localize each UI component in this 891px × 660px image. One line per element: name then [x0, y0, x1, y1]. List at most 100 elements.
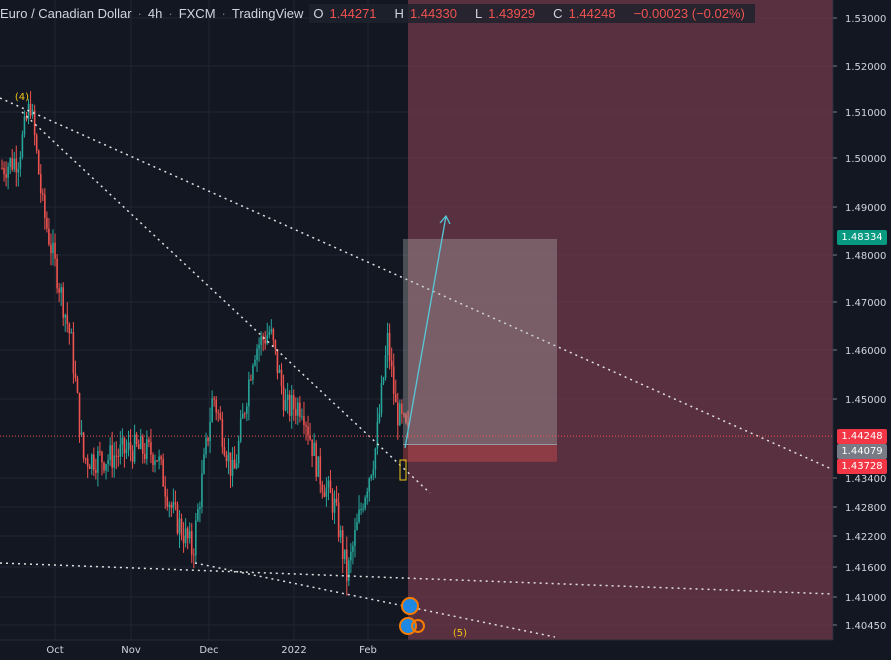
- candle-body: [178, 518, 181, 534]
- candle-body: [325, 487, 328, 497]
- candle-body: [390, 360, 393, 367]
- candle-body: [117, 455, 120, 457]
- candle-body: [217, 412, 220, 414]
- candle-body: [192, 554, 195, 556]
- candle-body: [39, 174, 42, 194]
- profit-zone: [403, 238, 557, 445]
- candle-body: [29, 103, 32, 116]
- candle-body: [166, 496, 169, 507]
- candle-body: [162, 459, 164, 487]
- candle-body: [292, 395, 295, 410]
- candle-body: [68, 324, 71, 334]
- candle-body: [362, 508, 364, 510]
- candle-body: [174, 502, 177, 505]
- candle-body: [139, 436, 142, 449]
- candle-body: [327, 480, 330, 488]
- candle-body: [62, 287, 65, 318]
- platform-label: TradingView: [231, 5, 304, 21]
- candle-body: [21, 134, 24, 157]
- candle-body: [280, 369, 283, 387]
- price-chart[interactable]: (4) (5) 1.53000 1.52000 1.51000 1.50000 1.4900…: [0, 0, 891, 660]
- candle-body: [360, 509, 362, 511]
- candle-body: [23, 116, 26, 135]
- candle-body: [386, 332, 389, 356]
- candle-body: [64, 314, 67, 318]
- candle-body: [364, 497, 366, 509]
- candle-body: [288, 394, 291, 416]
- candle-body: [86, 458, 89, 467]
- candle-body: [111, 445, 113, 468]
- x-tick-label: Dec: [199, 645, 218, 656]
- candle-body: [343, 549, 346, 560]
- candle-body: [58, 288, 60, 293]
- candle-body: [160, 456, 162, 460]
- candle-body: [380, 383, 383, 414]
- candle-body: [72, 332, 75, 374]
- wave-label-5: (5): [453, 628, 467, 639]
- candle-body: [9, 158, 11, 167]
- wave-label-4: (4): [15, 92, 29, 103]
- candle-body: [180, 518, 183, 536]
- candle-body: [190, 531, 193, 555]
- candle-body: [348, 560, 350, 581]
- candle-body: [46, 217, 48, 229]
- candle-body: [331, 492, 334, 513]
- candle-body: [368, 478, 371, 492]
- candle-body: [119, 444, 122, 457]
- candle-body: [125, 448, 128, 454]
- candle-body: [135, 434, 138, 445]
- candle-body: [231, 459, 234, 476]
- candle-body: [44, 194, 46, 218]
- candle-body: [37, 150, 40, 175]
- y-tick-label: 1.53000: [845, 14, 886, 25]
- candle-body: [56, 258, 58, 289]
- candle-body: [109, 445, 111, 460]
- candle-body: [246, 406, 248, 414]
- candle-body: [199, 506, 201, 509]
- symbol-name[interactable]: Euro / Canadian Dollar: [0, 6, 132, 21]
- candle-body: [323, 491, 326, 497]
- candle-body: [233, 459, 236, 469]
- ohlc-readout: O 1.44271 H 1.44330 L 1.43929 C 1.44248 −0.0…: [309, 3, 755, 23]
- candle-body: [188, 531, 191, 539]
- candle-body: [172, 502, 175, 508]
- candle-body: [237, 440, 240, 464]
- candle-body: [286, 394, 289, 400]
- candle-body: [358, 509, 360, 523]
- candle-body: [313, 442, 315, 456]
- candle-body: [315, 442, 317, 477]
- candle-body: [141, 436, 144, 454]
- candle-body: [282, 386, 285, 411]
- x-tick-label: 2022: [281, 645, 306, 656]
- stop-price-tag: 1.43728: [837, 459, 887, 474]
- candle-body: [3, 168, 5, 175]
- candle-body: [317, 456, 320, 477]
- interval-label[interactable]: 4h: [148, 6, 162, 21]
- candle-body: [239, 418, 242, 441]
- candle-body: [95, 469, 97, 473]
- candle-body: [88, 466, 91, 470]
- candle-body: [7, 166, 9, 178]
- candle-body: [205, 437, 207, 455]
- candle-body: [256, 348, 258, 360]
- candle-body: [378, 413, 381, 422]
- candle-body: [209, 422, 211, 442]
- candle-body: [176, 504, 179, 534]
- ohlc-low: L 1.43929: [474, 5, 536, 21]
- candle-body: [252, 365, 254, 380]
- candle-body: [213, 398, 215, 400]
- ohlc-close: C 1.44248: [553, 5, 616, 21]
- exchange-label: FXCM: [178, 5, 216, 21]
- candle-body: [70, 332, 73, 334]
- candle-body: [396, 402, 399, 426]
- candle-body: [356, 522, 358, 531]
- candle-body: [341, 530, 344, 560]
- candle-body: [394, 394, 397, 403]
- candle-body: [290, 395, 293, 416]
- symbol-header: Euro / Canadian Dollar · 4h · FXCM · Tra…: [0, 2, 755, 24]
- candle-body: [219, 413, 222, 419]
- y-tick-label: 1.52000: [845, 62, 886, 73]
- candle-body: [301, 416, 303, 418]
- candle-body: [76, 378, 79, 393]
- y-tick-label: 1.51000: [845, 108, 886, 119]
